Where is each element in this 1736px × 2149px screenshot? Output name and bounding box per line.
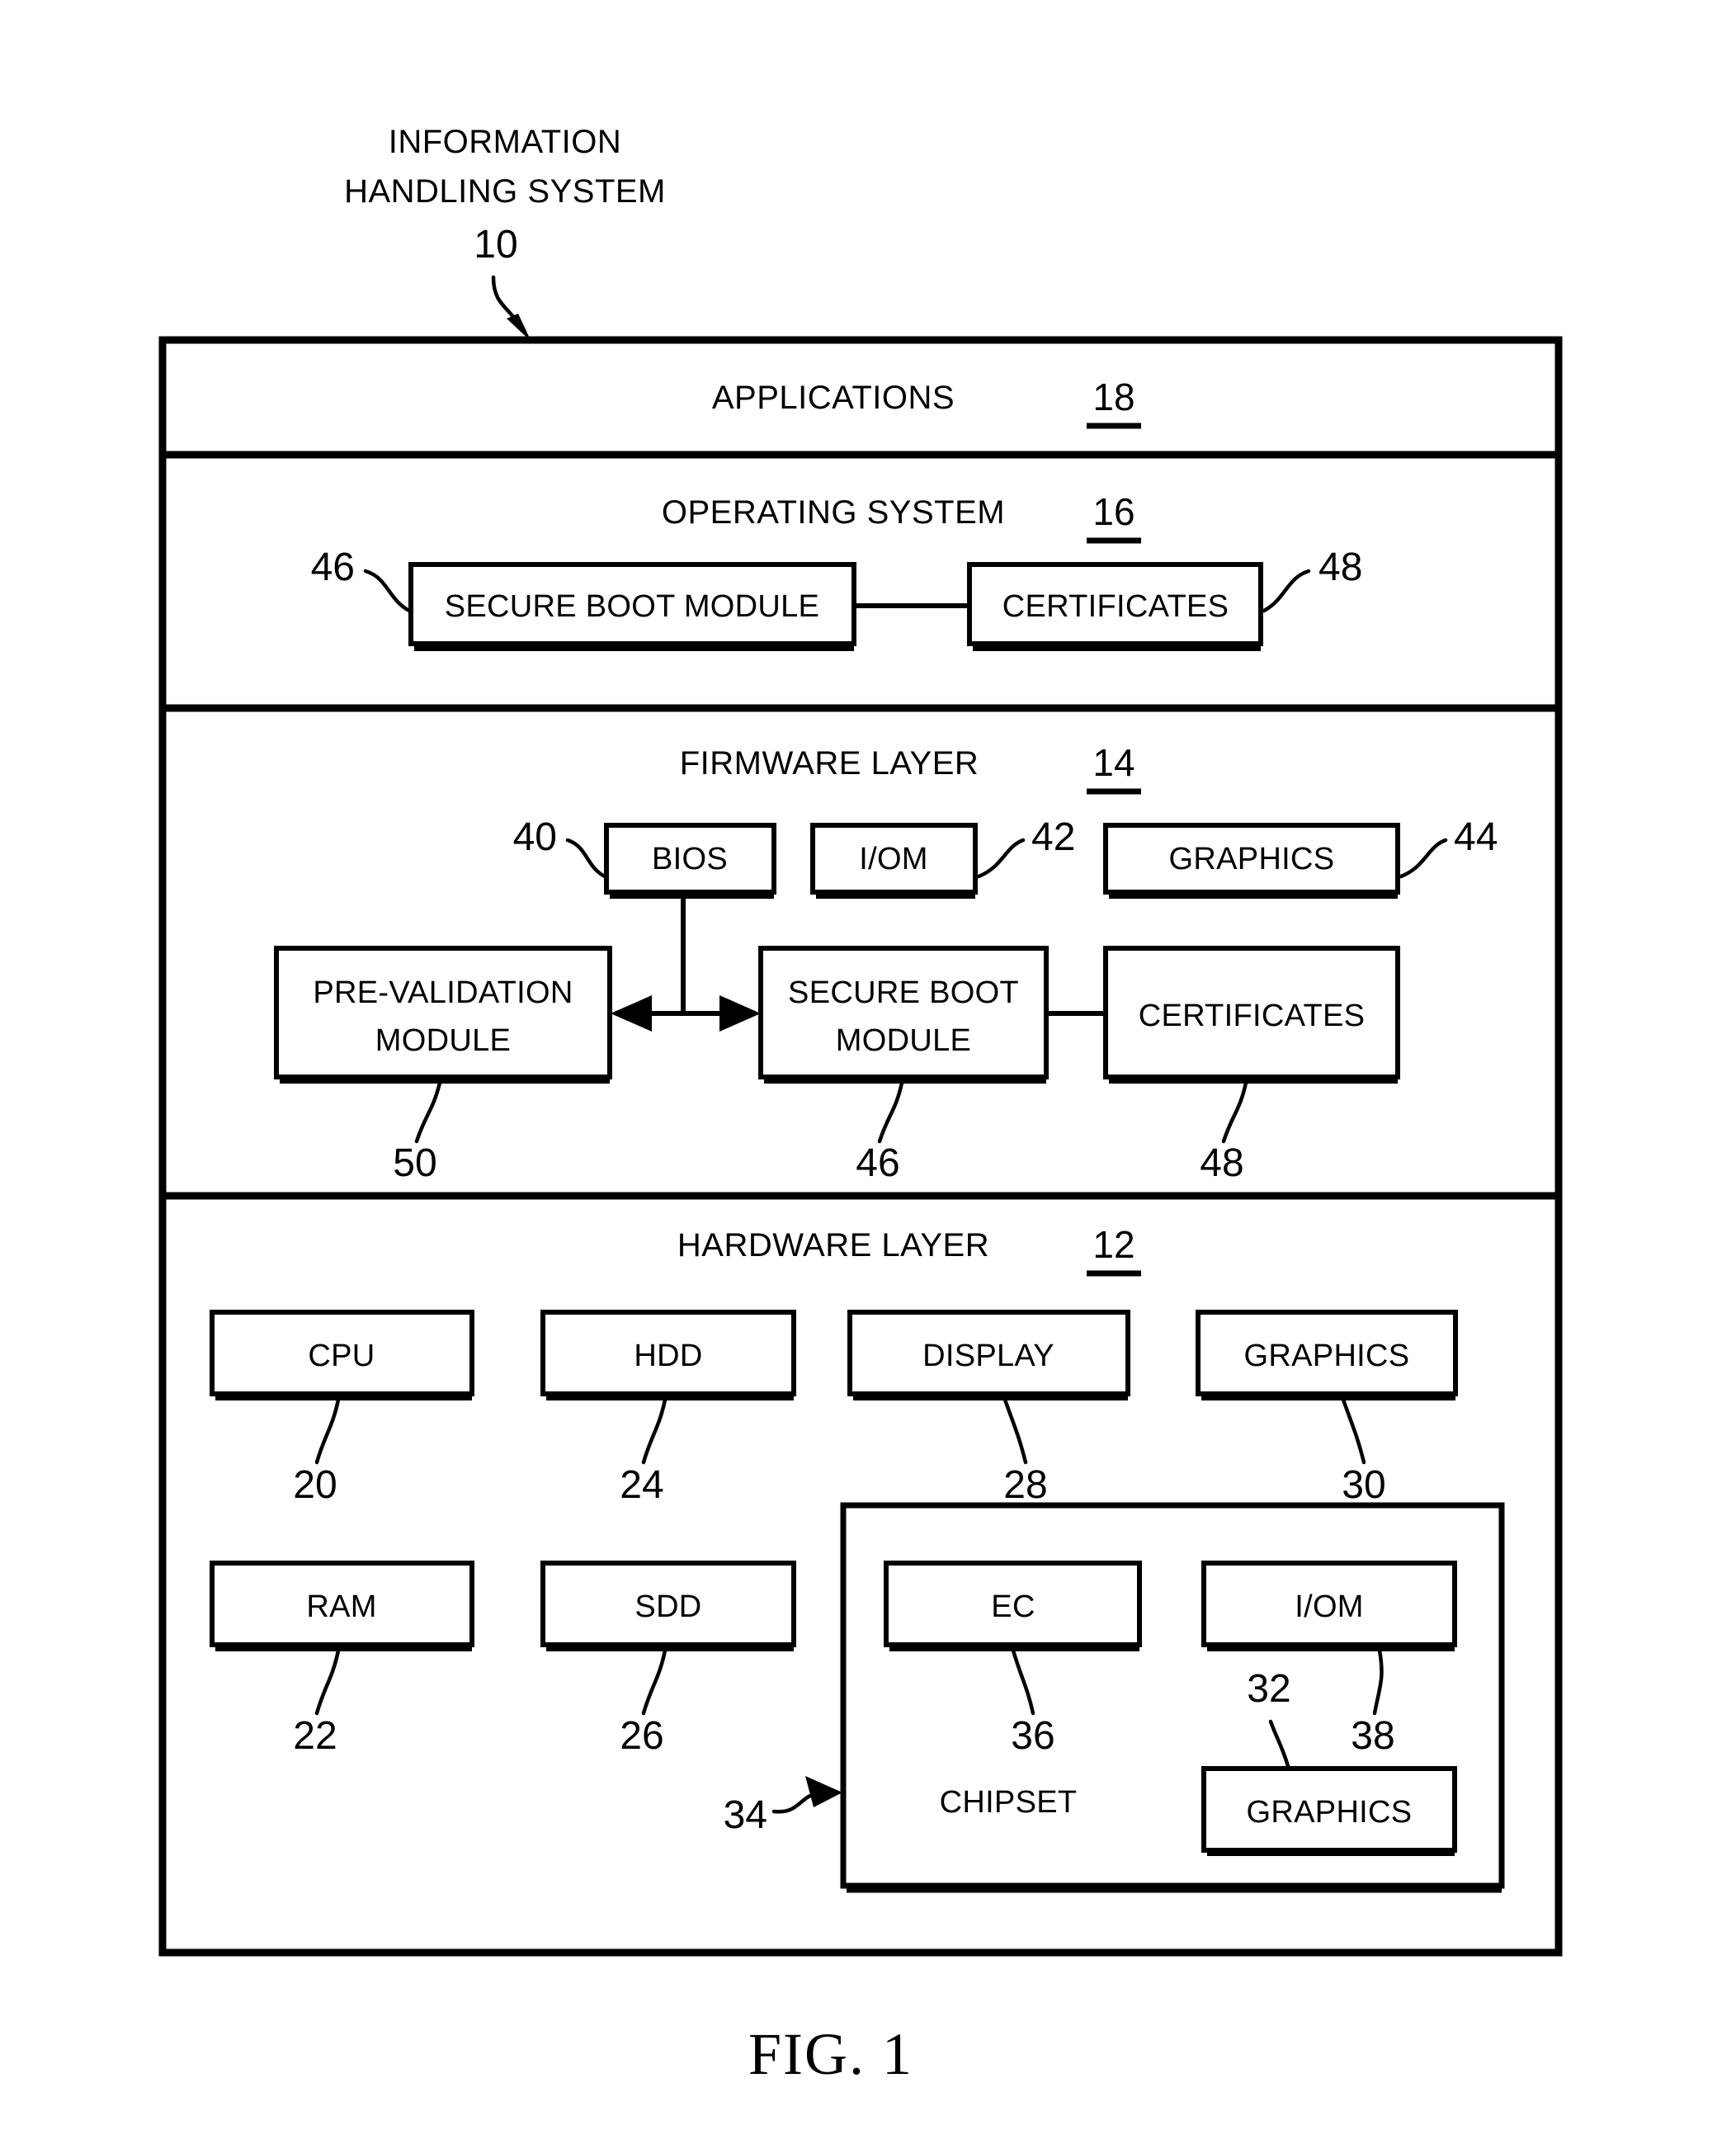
hardware-graphics-box[interactable]: GRAPHICS [1196, 1310, 1458, 1400]
applications-layer-title: APPLICATIONS [712, 380, 955, 416]
chipset-graphics-label: GRAPHICS [1247, 1795, 1413, 1830]
firmware-graphics-ref: 44 [1454, 815, 1498, 859]
firmware-graphics-label: GRAPHICS [1169, 842, 1335, 876]
hardware-graphics-leader [1341, 1397, 1366, 1465]
chipset-ec-box[interactable]: EC [884, 1561, 1142, 1651]
hardware-cpu-leader [314, 1397, 341, 1465]
firmware-bios-label: BIOS [652, 842, 728, 876]
hardware-ram-leader [314, 1648, 341, 1716]
firmware-certificates-ref: 48 [1200, 1141, 1243, 1185]
chipset-graphics-box[interactable]: GRAPHICS [1201, 1766, 1457, 1856]
hardware-display-label: DISPLAY [922, 1339, 1054, 1373]
hardware-cpu-label: CPU [308, 1339, 375, 1373]
chipset-iom-box[interactable]: I/OM [1201, 1561, 1457, 1651]
hardware-ram-box[interactable]: RAM [210, 1561, 474, 1651]
layer-firmware: FIRMWARE LAYER 14 BIOS 40 I/OM 42 GRAPHI… [274, 741, 1498, 1185]
firmware-secure-boot-ref: 46 [856, 1141, 899, 1185]
figure-caption: FIG. 1 [748, 2021, 913, 2087]
hardware-hdd-leader [641, 1397, 668, 1465]
firmware-certificates-label: CERTIFICATES [1139, 999, 1366, 1033]
os-certificates-ref: 48 [1319, 546, 1362, 589]
firmware-pre-validation-label-line1: PRE-VALIDATION [313, 975, 573, 1010]
os-certificates-leader [1262, 569, 1311, 613]
firmware-arrowhead-left [611, 995, 652, 1032]
chipset-ref: 34 [724, 1793, 767, 1837]
chipset-ec-label: EC [991, 1589, 1035, 1624]
firmware-layer-ref: 14 [1092, 741, 1135, 784]
firmware-graphics-box[interactable]: GRAPHICS [1103, 823, 1400, 899]
hardware-sdd-label: SDD [634, 1589, 701, 1624]
chipset-iom-leader [1372, 1648, 1384, 1716]
hardware-cpu-ref: 20 [293, 1463, 337, 1507]
layer-hardware: HARDWARE LAYER 12 CPU 20 HDD 24 DISPLAY … [210, 1223, 1505, 1893]
hardware-display-ref: 28 [1003, 1463, 1047, 1507]
hardware-chipset-group: CHIPSET 34 EC 36 I/OM 38 GRAPHICS 32 [724, 1502, 1505, 1893]
hardware-hdd-label: HDD [634, 1339, 702, 1373]
layer-operating-system: OPERATING SYSTEM 16 SECURE BOOT MODULE 4… [311, 490, 1362, 651]
os-secure-boot-module-leader [363, 569, 412, 613]
firmware-graphics-leader [1399, 838, 1448, 879]
firmware-iom-label: I/OM [859, 842, 928, 876]
patent-figure: INFORMATION HANDLING SYSTEM 10 APPLICATI… [0, 0, 1736, 2149]
firmware-iom-leader [976, 838, 1026, 879]
chipset-iom-label: I/OM [1295, 1589, 1364, 1624]
chipset-ec-leader [1011, 1648, 1035, 1716]
os-layer-ref: 16 [1092, 490, 1135, 533]
os-secure-boot-module-box[interactable]: SECURE BOOT MODULE [408, 562, 856, 651]
hardware-hdd-ref: 24 [620, 1463, 663, 1507]
hardware-sdd-box[interactable]: SDD [540, 1561, 796, 1651]
hardware-ram-label: RAM [306, 1589, 376, 1624]
firmware-secure-boot-module-box[interactable]: SECURE BOOT MODULE [758, 946, 1049, 1084]
firmware-pre-validation-leader [414, 1080, 442, 1144]
hardware-layer-ref: 12 [1092, 1223, 1135, 1266]
firmware-arrowhead-right [719, 995, 761, 1032]
hardware-sdd-ref: 26 [620, 1714, 663, 1758]
firmware-layer-title: FIRMWARE LAYER [680, 745, 979, 782]
firmware-bios-leader [565, 838, 607, 879]
hardware-cpu-box[interactable]: CPU [210, 1310, 474, 1400]
firmware-certificates-box[interactable]: CERTIFICATES [1103, 946, 1400, 1084]
chipset-label: CHIPSET [940, 1785, 1078, 1820]
hardware-graphics-label: GRAPHICS [1244, 1339, 1410, 1373]
chipset-ec-ref: 36 [1011, 1714, 1054, 1758]
applications-layer-ref: 18 [1092, 375, 1135, 418]
chipset-leader-arrowhead [805, 1776, 842, 1807]
firmware-pre-validation-module-box[interactable]: PRE-VALIDATION MODULE [274, 946, 612, 1084]
os-certificates-label: CERTIFICATES [1002, 589, 1229, 624]
hardware-hdd-box[interactable]: HDD [540, 1310, 796, 1400]
system-ref-number: 10 [474, 223, 517, 267]
firmware-secure-boot-leader [877, 1080, 904, 1144]
firmware-pre-validation-label-line2: MODULE [375, 1023, 511, 1058]
os-certificates-box[interactable]: CERTIFICATES [967, 562, 1263, 651]
firmware-iom-ref: 42 [1031, 815, 1075, 859]
chipset-graphics-ref: 32 [1247, 1667, 1290, 1711]
firmware-iom-box[interactable]: I/OM [810, 823, 978, 899]
hardware-layer-title: HARDWARE LAYER [677, 1227, 989, 1263]
firmware-bios-ref: 40 [513, 815, 557, 859]
firmware-secure-boot-label-line1: SECURE BOOT [788, 975, 1019, 1010]
system-title-line1: INFORMATION [389, 124, 622, 160]
hardware-display-box[interactable]: DISPLAY [847, 1310, 1130, 1400]
hardware-graphics-ref: 30 [1342, 1463, 1385, 1507]
firmware-pre-validation-ref: 50 [393, 1141, 436, 1185]
os-layer-title: OPERATING SYSTEM [662, 494, 1005, 531]
os-secure-boot-module-label: SECURE BOOT MODULE [445, 589, 819, 624]
firmware-secure-boot-label-line2: MODULE [836, 1023, 971, 1058]
chipset-graphics-leader [1268, 1719, 1290, 1769]
chipset-iom-ref: 38 [1351, 1714, 1394, 1758]
firmware-bios-box[interactable]: BIOS [604, 823, 776, 899]
firmware-certificates-leader [1221, 1080, 1248, 1144]
system-title-group: INFORMATION HANDLING SYSTEM 10 [344, 124, 666, 342]
hardware-ram-ref: 22 [293, 1714, 337, 1758]
os-secure-boot-module-ref: 46 [311, 546, 355, 589]
layer-applications: APPLICATIONS 18 [712, 375, 1141, 429]
hardware-display-leader [1002, 1397, 1028, 1465]
hardware-sdd-leader [641, 1648, 668, 1716]
system-title-line2: HANDLING SYSTEM [344, 173, 666, 210]
